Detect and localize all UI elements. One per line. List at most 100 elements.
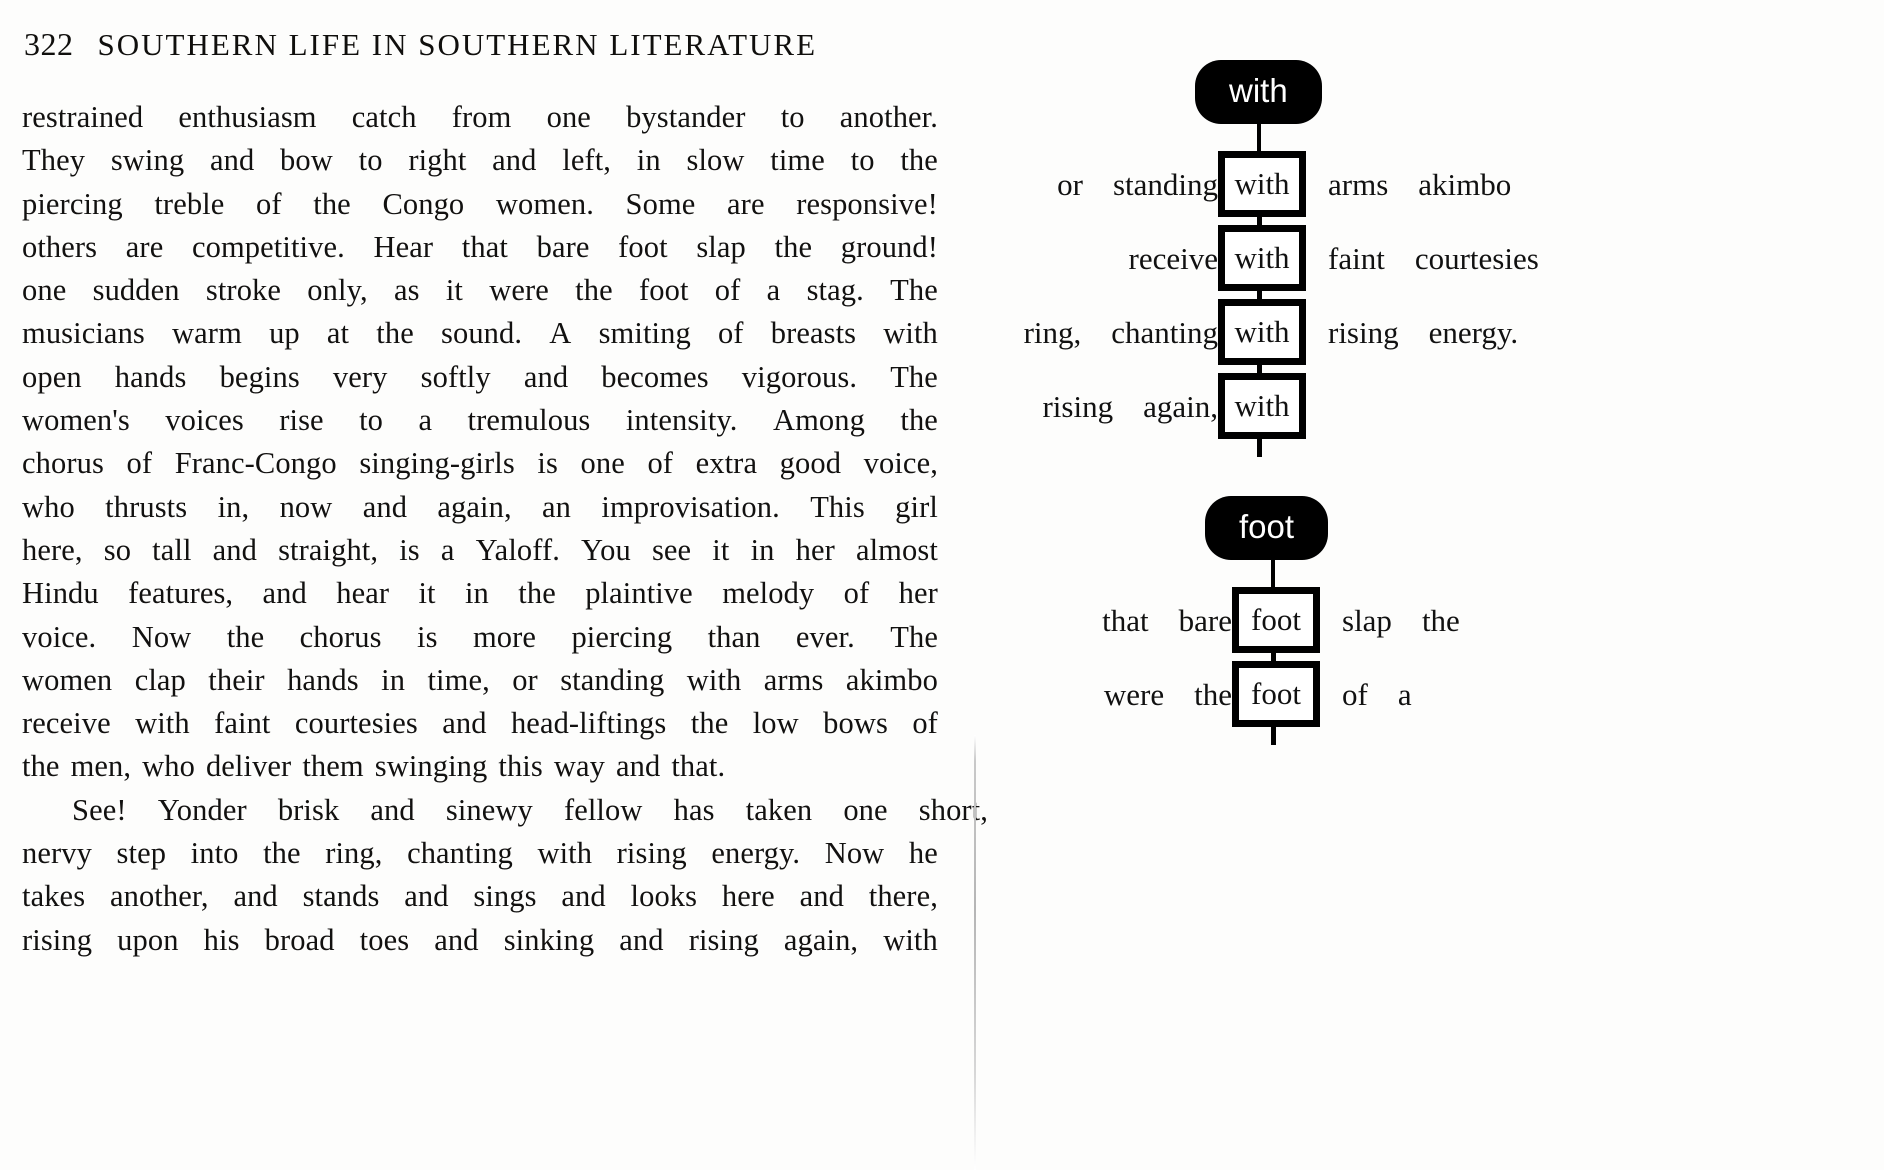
body-word: competitive. <box>192 229 345 264</box>
body-word: begins <box>219 359 300 394</box>
body-word: is <box>417 619 438 654</box>
concordance-row[interactable]: rising again, with <box>960 370 1884 444</box>
body-word: than <box>707 619 761 654</box>
body-word: now <box>279 489 333 524</box>
body-word: Among <box>772 403 865 438</box>
body-word: more <box>472 619 537 654</box>
body-word: the <box>376 316 414 351</box>
body-word: hands <box>287 662 359 697</box>
body-word: singing-girls <box>359 446 515 481</box>
concordance-row[interactable]: were the foot of a <box>960 658 1884 732</box>
keyword-box[interactable]: foot <box>1232 587 1320 653</box>
body-text-line: who thrusts in, now and again, an improvisation… <box>22 486 938 529</box>
body-word: slap <box>696 229 746 264</box>
body-word: the <box>774 229 813 264</box>
body-word: with <box>135 706 190 741</box>
body-word: hear <box>336 576 390 611</box>
keyword-box[interactable]: with <box>1218 373 1306 439</box>
concordance-row[interactable]: ring, chanting with rising energy. <box>960 296 1884 370</box>
body-word: Yonder <box>157 792 247 827</box>
body-word: an <box>542 489 572 524</box>
body-word: who <box>22 489 75 524</box>
box-connector-tail <box>1257 439 1262 457</box>
concordance-panel: with or standing with arms akimbo receive with… <box>960 0 1884 1170</box>
body-text-line: See! Yonder brisk and sinewy fellow has taken on… <box>22 789 988 832</box>
left-context: or standing <box>1027 148 1218 222</box>
body-word: or <box>512 662 538 697</box>
body-word: hands <box>114 359 187 394</box>
body-word: plaintive <box>585 576 693 611</box>
body-word: as <box>393 273 420 308</box>
body-word: voice, <box>863 446 938 481</box>
body-word: and <box>619 922 664 957</box>
context-word: again, <box>1143 389 1218 424</box>
body-text-line: women's voices rise to a tremulous intensity. A… <box>22 399 938 442</box>
body-word: to <box>359 403 384 438</box>
keyword-box[interactable]: foot <box>1232 661 1320 727</box>
body-word: responsive! <box>796 186 938 221</box>
body-word: energy. <box>711 836 801 871</box>
body-word: with <box>686 662 742 697</box>
body-word: Now <box>824 836 885 871</box>
keyword-pill-foot[interactable]: foot <box>1205 496 1329 560</box>
body-word: them <box>302 749 364 784</box>
right-context: faint courtesies <box>1328 222 1569 296</box>
body-word: smiting <box>598 316 691 351</box>
body-text-line: takes another, and stands and sings and looks he… <box>22 875 938 918</box>
body-word: again, <box>437 489 512 524</box>
body-word: in, <box>217 489 250 524</box>
body-text-line: receive with faint courtesies and head-liftin… <box>22 702 938 745</box>
context-word: courtesies <box>1414 241 1539 276</box>
keyword-box[interactable]: with <box>1218 225 1306 291</box>
keyword-pill-with[interactable]: with <box>1195 60 1322 124</box>
context-word: rising <box>1328 315 1399 350</box>
concordance-row[interactable]: that bare foot slap the <box>960 584 1884 658</box>
body-word: Hindu <box>22 576 99 611</box>
body-word: only, <box>307 273 368 308</box>
right-context: arms akimbo <box>1328 148 1541 222</box>
body-word: her <box>795 532 835 567</box>
context-word: the <box>1421 603 1460 638</box>
body-word: swinging <box>374 749 488 784</box>
body-word: that. <box>671 749 726 784</box>
body-word: sings <box>473 879 537 914</box>
body-word: stag. <box>806 273 864 308</box>
body-word: Hear <box>373 229 434 264</box>
body-word: chorus <box>22 446 104 481</box>
body-word: of <box>126 446 153 481</box>
body-word: of <box>714 273 741 308</box>
body-word: her <box>898 576 938 611</box>
context-word: energy. <box>1428 315 1519 350</box>
concordance-row[interactable]: receive with faint courtesies <box>960 222 1884 296</box>
body-word: brisk <box>277 792 340 827</box>
body-word: straight, <box>278 532 379 567</box>
body-word: foot <box>639 273 689 308</box>
body-word: and <box>233 879 278 914</box>
body-word: into <box>190 836 239 871</box>
body-word: and <box>492 143 537 178</box>
body-word: The <box>890 273 938 308</box>
body-text-line: restrained enthusiasm catch from one bystande… <box>22 96 938 139</box>
body-word: that <box>461 229 508 264</box>
body-word: Congo <box>382 186 465 221</box>
keyword-box[interactable]: with <box>1218 151 1306 217</box>
body-word: at <box>326 316 350 351</box>
concordance-row[interactable]: or standing with arms akimbo <box>960 148 1884 222</box>
body-word: one <box>22 273 67 308</box>
body-word: see <box>651 532 692 567</box>
left-context: ring, chanting <box>994 296 1218 370</box>
left-context: were the <box>1074 658 1232 732</box>
body-word: This <box>810 489 865 524</box>
body-word: way <box>553 749 605 784</box>
body-word: looks <box>630 879 698 914</box>
body-word: arms <box>763 662 824 697</box>
body-word: in <box>750 532 775 567</box>
body-word: time <box>770 143 825 178</box>
body-word: rising <box>616 836 687 871</box>
body-word: takes <box>22 879 86 914</box>
body-word: extra <box>695 446 758 481</box>
body-word: and <box>262 576 307 611</box>
body-word: courtesies <box>294 706 418 741</box>
body-word: rise <box>279 403 324 438</box>
keyword-box[interactable]: with <box>1218 299 1306 365</box>
